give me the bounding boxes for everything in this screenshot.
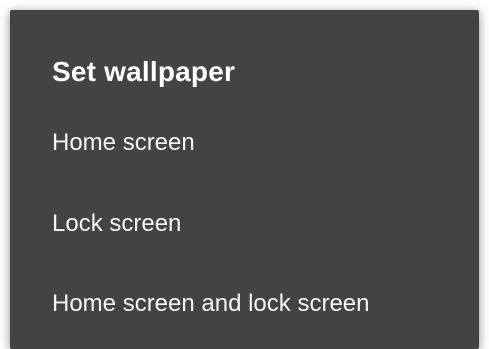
dialog-title: Set wallpaper bbox=[52, 56, 236, 87]
option-home-and-lock-screen[interactable]: Home screen and lock screen bbox=[10, 274, 479, 334]
option-home-screen[interactable]: Home screen bbox=[10, 113, 479, 173]
option-lock-screen[interactable]: Lock screen bbox=[10, 194, 479, 254]
option-label: Lock screen bbox=[52, 210, 182, 237]
set-wallpaper-dialog: Set wallpaper Home screen Lock screen Ho… bbox=[10, 10, 479, 349]
option-label: Home screen bbox=[52, 129, 195, 156]
option-label: Home screen and lock screen bbox=[52, 290, 370, 317]
